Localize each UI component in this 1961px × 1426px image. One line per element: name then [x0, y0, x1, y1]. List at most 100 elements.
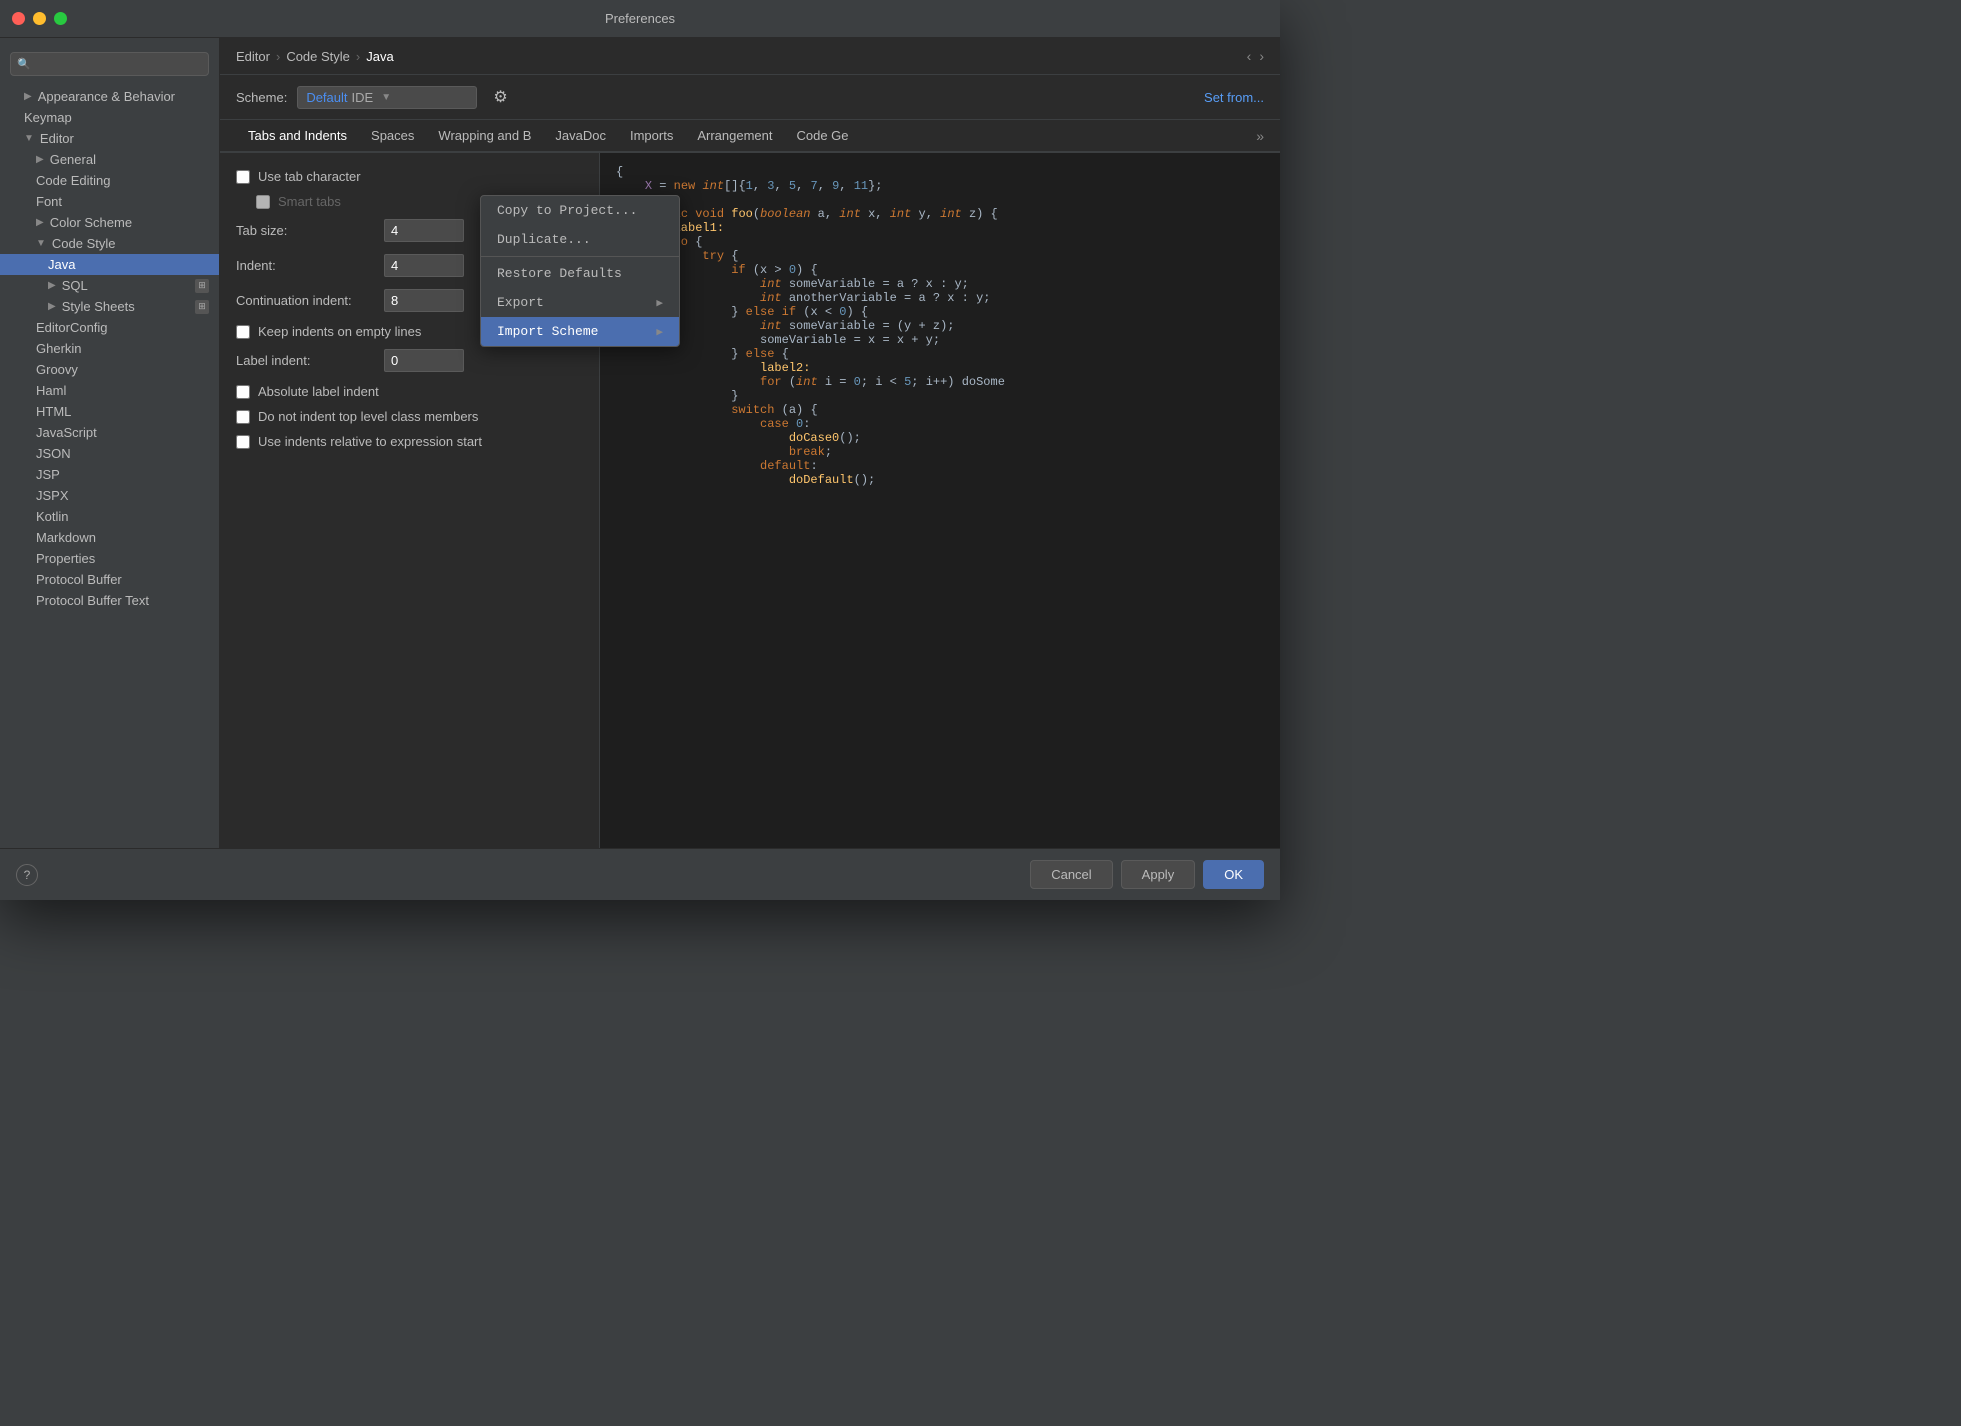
no-indent-top-checkbox[interactable] [236, 410, 250, 424]
checkbox-row-smart-tabs: Smart tabs [236, 194, 583, 209]
sidebar-item-appearance[interactable]: ▶ Appearance & Behavior [0, 86, 219, 107]
sidebar-item-haml[interactable]: Haml [0, 380, 219, 401]
tabs-more-icon[interactable]: » [1256, 128, 1264, 144]
main-layout: 🔍 ▶ Appearance & Behavior Keymap ▼ Edito… [0, 38, 1280, 848]
title-bar: Preferences [0, 0, 1280, 38]
checkbox-row-use-tab: Use tab character [236, 169, 583, 184]
sidebar-item-label: Java [48, 257, 75, 272]
sidebar-item-label: Keymap [24, 110, 72, 125]
code-line: } else { [616, 347, 1264, 361]
search-icon: 🔍 [17, 58, 31, 71]
sidebar-item-javascript[interactable]: JavaScript [0, 422, 219, 443]
absolute-label-checkbox[interactable] [236, 385, 250, 399]
indent-input[interactable] [384, 254, 464, 277]
sidebar-item-label: SQL [62, 278, 88, 293]
sidebar-item-html[interactable]: HTML [0, 401, 219, 422]
checkbox-row-keep-indents: Keep indents on empty lines [236, 324, 583, 339]
sidebar-item-kotlin[interactable]: Kotlin [0, 506, 219, 527]
question-mark-icon: ? [24, 868, 31, 882]
continuation-label: Continuation indent: [236, 293, 376, 308]
sidebar-item-protocol-buffer-text[interactable]: Protocol Buffer Text [0, 590, 219, 611]
sidebar-item-sql[interactable]: ▶ SQL ⊞ [0, 275, 219, 296]
sidebar-item-protocol-buffer[interactable]: Protocol Buffer [0, 569, 219, 590]
sidebar-item-style-sheets[interactable]: ▶ Style Sheets ⊞ [0, 296, 219, 317]
cancel-button[interactable]: Cancel [1030, 860, 1112, 889]
breadcrumb-editor[interactable]: Editor [236, 49, 270, 64]
close-button[interactable] [12, 12, 25, 25]
sidebar-item-label: Protocol Buffer [36, 572, 122, 587]
panel-body: Use tab character Smart tabs Tab size: I… [220, 153, 1280, 848]
code-line: try { [616, 249, 1264, 263]
code-line: int anotherVariable = a ? x : y; [616, 291, 1264, 305]
navigation-arrows: ‹ › [1247, 48, 1264, 64]
sidebar-item-keymap[interactable]: Keymap [0, 107, 219, 128]
sidebar-item-json[interactable]: JSON [0, 443, 219, 464]
sidebar-item-editor[interactable]: ▼ Editor [0, 128, 219, 149]
continuation-input[interactable] [384, 289, 464, 312]
sidebar-item-label: Appearance & Behavior [38, 89, 175, 104]
sidebar-item-general[interactable]: ▶ General [0, 149, 219, 170]
gear-button[interactable]: ⚙ [487, 85, 513, 109]
code-preview: { X = new int[]{1, 3, 5, 7, 9, 11}; publ… [600, 153, 1280, 848]
set-from-link[interactable]: Set from... [1204, 90, 1264, 105]
use-indents-relative-checkbox[interactable] [236, 435, 250, 449]
sidebar-item-editorconfig[interactable]: EditorConfig [0, 317, 219, 338]
sidebar-item-jsp[interactable]: JSP [0, 464, 219, 485]
arrow-icon: ▶ [24, 91, 32, 102]
help-button[interactable]: ? [16, 864, 38, 886]
sidebar-item-markdown[interactable]: Markdown [0, 527, 219, 548]
sidebar-item-gherkin[interactable]: Gherkin [0, 338, 219, 359]
sidebar-item-label: Code Style [52, 236, 116, 251]
smart-tabs-checkbox[interactable] [256, 195, 270, 209]
sidebar-item-code-editing[interactable]: Code Editing [0, 170, 219, 191]
tabs-row: Tabs and Indents Spaces Wrapping and B J… [220, 120, 1280, 153]
tab-arrangement[interactable]: Arrangement [685, 120, 784, 153]
chevron-down-icon: ▼ [381, 92, 391, 103]
sidebar-item-label: Kotlin [36, 509, 69, 524]
checkbox-row-no-indent: Do not indent top level class members [236, 409, 583, 424]
code-line: doCase0(); [616, 431, 1264, 445]
no-indent-top-label: Do not indent top level class members [258, 409, 478, 424]
code-line: case 0: [616, 417, 1264, 431]
tab-size-input[interactable] [384, 219, 464, 242]
tab-spaces[interactable]: Spaces [359, 120, 426, 153]
apply-button[interactable]: Apply [1121, 860, 1196, 889]
sidebar-item-code-style[interactable]: ▼ Code Style [0, 233, 219, 254]
keep-indents-checkbox[interactable] [236, 325, 250, 339]
sidebar-item-jspx[interactable]: JSPX [0, 485, 219, 506]
sidebar-item-label: JSPX [36, 488, 69, 503]
continuation-row: Continuation indent: [236, 289, 583, 312]
nav-back-icon[interactable]: ‹ [1247, 48, 1252, 64]
sidebar-item-label: Groovy [36, 362, 78, 377]
minimize-button[interactable] [33, 12, 46, 25]
arrow-icon: ▶ [48, 301, 56, 312]
scheme-select-wrap[interactable]: Default IDE ▼ [297, 86, 477, 109]
sidebar-item-label: Code Editing [36, 173, 110, 188]
code-line: switch (a) { [616, 403, 1264, 417]
sidebar-item-color-scheme[interactable]: ▶ Color Scheme [0, 212, 219, 233]
maximize-button[interactable] [54, 12, 67, 25]
ok-button[interactable]: OK [1203, 860, 1264, 889]
use-tab-checkbox[interactable] [236, 170, 250, 184]
tab-imports[interactable]: Imports [618, 120, 685, 153]
checkbox-row-use-indents-relative: Use indents relative to expression start [236, 434, 583, 449]
badge-icon: ⊞ [195, 300, 209, 314]
window-controls[interactable] [12, 12, 67, 25]
sidebar-item-java[interactable]: Java [0, 254, 219, 275]
tab-javadoc[interactable]: JavaDoc [543, 120, 618, 153]
code-line: someVariable = x = x + y; [616, 333, 1264, 347]
breadcrumb-code-style[interactable]: Code Style [286, 49, 350, 64]
breadcrumb-sep-2: › [356, 49, 360, 64]
tab-tabs-and-indents[interactable]: Tabs and Indents [236, 120, 359, 153]
breadcrumb-sep-1: › [276, 49, 280, 64]
sidebar-item-groovy[interactable]: Groovy [0, 359, 219, 380]
sidebar-item-font[interactable]: Font [0, 191, 219, 212]
sidebar-item-properties[interactable]: Properties [0, 548, 219, 569]
code-line: } [616, 389, 1264, 403]
label-indent-input[interactable] [384, 349, 464, 372]
indent-label: Indent: [236, 258, 376, 273]
nav-forward-icon[interactable]: › [1259, 48, 1264, 64]
search-input[interactable] [10, 52, 209, 76]
tab-wrapping[interactable]: Wrapping and B [426, 120, 543, 153]
tab-code-generation[interactable]: Code Ge [784, 120, 860, 153]
